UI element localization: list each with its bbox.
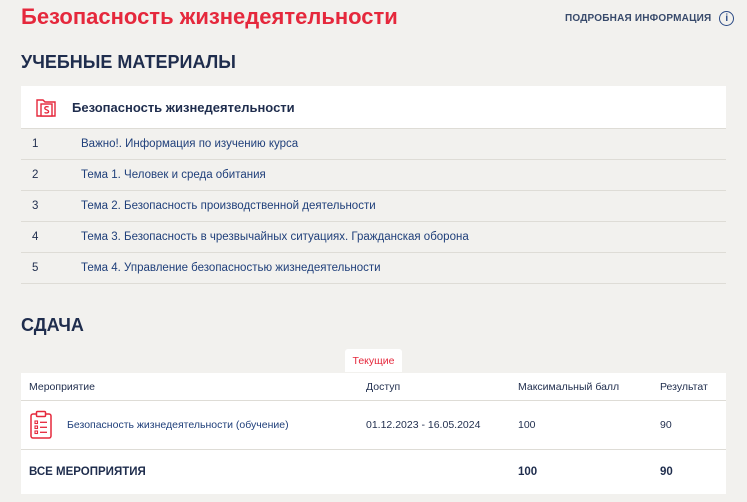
table-row[interactable]: Безопасность жизнедеятельности (обучение…: [21, 401, 726, 450]
material-link[interactable]: Тема 2. Безопасность производственной де…: [81, 200, 376, 212]
material-number: 1: [32, 138, 39, 150]
clipboard-icon: [30, 410, 52, 439]
material-item[interactable]: 3 Тема 2. Безопасность производственной …: [21, 191, 726, 222]
column-header-result: Результат: [660, 380, 708, 393]
total-max-score: 100: [518, 466, 538, 478]
details-link-label: ПОДРОБНАЯ ИНФОРМАЦИЯ: [565, 13, 712, 24]
material-link[interactable]: Тема 3. Безопасность в чрезвычайных ситу…: [81, 231, 469, 243]
material-item[interactable]: 5 Тема 4. Управление безопасностью жизне…: [21, 253, 726, 284]
material-item[interactable]: 1 Важно!. Информация по изучению курса: [21, 129, 726, 160]
column-header-event: Мероприятие: [29, 380, 95, 393]
page-title: Безопасность жизнедеятельности: [21, 4, 398, 29]
events-table: Мероприятие Доступ Максимальный балл Рез…: [21, 373, 726, 494]
total-row: ВСЕ МЕРОПРИЯТИЯ 100 90: [21, 450, 726, 494]
course-title: Безопасность жизнедеятельности: [72, 99, 295, 115]
total-label: ВСЕ МЕРОПРИЯТИЯ: [29, 466, 146, 478]
table-header: Мероприятие Доступ Максимальный балл Рез…: [21, 373, 726, 401]
event-access: 01.12.2023 - 16.05.2024: [366, 419, 481, 431]
details-link[interactable]: ПОДРОБНАЯ ИНФОРМАЦИЯ i: [565, 11, 735, 26]
material-item[interactable]: 2 Тема 1. Человек и среда обитания: [21, 160, 726, 191]
event-cell: Безопасность жизнедеятельности (обучение…: [21, 410, 366, 440]
material-item[interactable]: 4 Тема 3. Безопасность в чрезвычайных си…: [21, 222, 726, 253]
course-header[interactable]: Безопасность жизнедеятельности: [21, 86, 726, 129]
material-link[interactable]: Тема 4. Управление безопасностью жизнеде…: [81, 262, 381, 274]
submission-section-title: СДАЧА: [21, 315, 84, 335]
info-icon: i: [719, 11, 735, 26]
material-number: 3: [32, 200, 39, 212]
event-max-score: 100: [518, 419, 536, 431]
total-result: 90: [660, 466, 673, 478]
event-link[interactable]: Безопасность жизнедеятельности (обучение…: [67, 419, 289, 431]
document-s-icon: [36, 99, 56, 117]
material-number: 5: [32, 262, 39, 274]
event-result: 90: [660, 419, 672, 431]
material-number: 2: [32, 169, 39, 181]
materials-section-title: УЧЕБНЫЕ МАТЕРИАЛЫ: [21, 52, 236, 72]
column-header-access: Доступ: [366, 380, 401, 393]
column-header-max-score: Максимальный балл: [518, 380, 620, 393]
material-number: 4: [32, 231, 39, 243]
materials-card: Безопасность жизнедеятельности 1 Важно!.…: [21, 86, 726, 284]
material-link[interactable]: Тема 1. Человек и среда обитания: [81, 169, 266, 181]
material-link[interactable]: Важно!. Информация по изучению курса: [81, 138, 298, 150]
tab-current[interactable]: Текущие: [345, 349, 402, 372]
